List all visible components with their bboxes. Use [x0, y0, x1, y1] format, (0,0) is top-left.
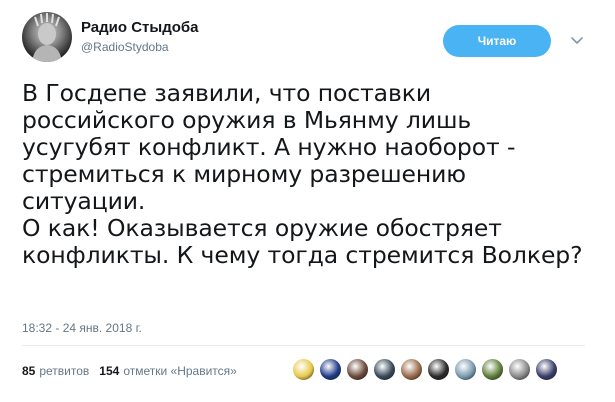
- author-avatar[interactable]: [22, 12, 72, 62]
- chevron-down-icon[interactable]: [567, 30, 587, 50]
- liker-avatar[interactable]: [346, 358, 369, 381]
- liker-avatar[interactable]: [481, 358, 504, 381]
- tweet-text-line: В Госдепе заявили, что поставки: [22, 79, 431, 107]
- likes-label: отметки «Нравится»: [123, 364, 237, 378]
- tweet-text-line: О как! Оказывается оружие обостряет: [22, 214, 502, 242]
- divider: [22, 345, 585, 346]
- likes-stat[interactable]: 154 отметки «Нравится»: [99, 364, 237, 378]
- tweet-text-line: конфликты. К чему тогда стремится Волкер…: [22, 241, 583, 269]
- liker-avatar[interactable]: [292, 358, 315, 381]
- tweet-text-line: российского оружия в Мьянму лишь: [22, 106, 472, 134]
- author-handle[interactable]: @RadioStydoba: [81, 40, 169, 54]
- likes-count: 154: [99, 364, 120, 378]
- liker-avatar[interactable]: [319, 358, 342, 381]
- liker-avatar[interactable]: [427, 358, 450, 381]
- retweets-stat[interactable]: 85 ретвитов: [22, 364, 89, 378]
- tweet-text: В Госдепе заявили, что поставки российск…: [22, 80, 597, 269]
- tweet-text-line: стремиться к мирному разрешению: [22, 160, 466, 188]
- retweets-label: ретвитов: [39, 364, 90, 378]
- retweets-count: 85: [22, 364, 36, 378]
- tweet-header: Радио Стыдоба @RadioStydoba Читаю: [22, 12, 592, 64]
- tweet-text-line: усугубят конфликт. А нужно наоборот -: [22, 133, 516, 161]
- liker-avatar[interactable]: [454, 358, 477, 381]
- liker-avatars: [292, 358, 562, 382]
- tweet-timestamp[interactable]: 18:32 - 24 янв. 2018 г.: [22, 321, 142, 335]
- tweet-text-line: ситуации.: [22, 187, 146, 215]
- tweet-stats: 85 ретвитов 154 отметки «Нравится»: [22, 360, 247, 382]
- liker-avatar[interactable]: [535, 358, 558, 381]
- author-name[interactable]: Радио Стыдоба: [81, 19, 199, 36]
- liker-avatar[interactable]: [508, 358, 531, 381]
- liker-avatar[interactable]: [373, 358, 396, 381]
- following-button[interactable]: Читаю: [443, 25, 551, 57]
- liker-avatar[interactable]: [400, 358, 423, 381]
